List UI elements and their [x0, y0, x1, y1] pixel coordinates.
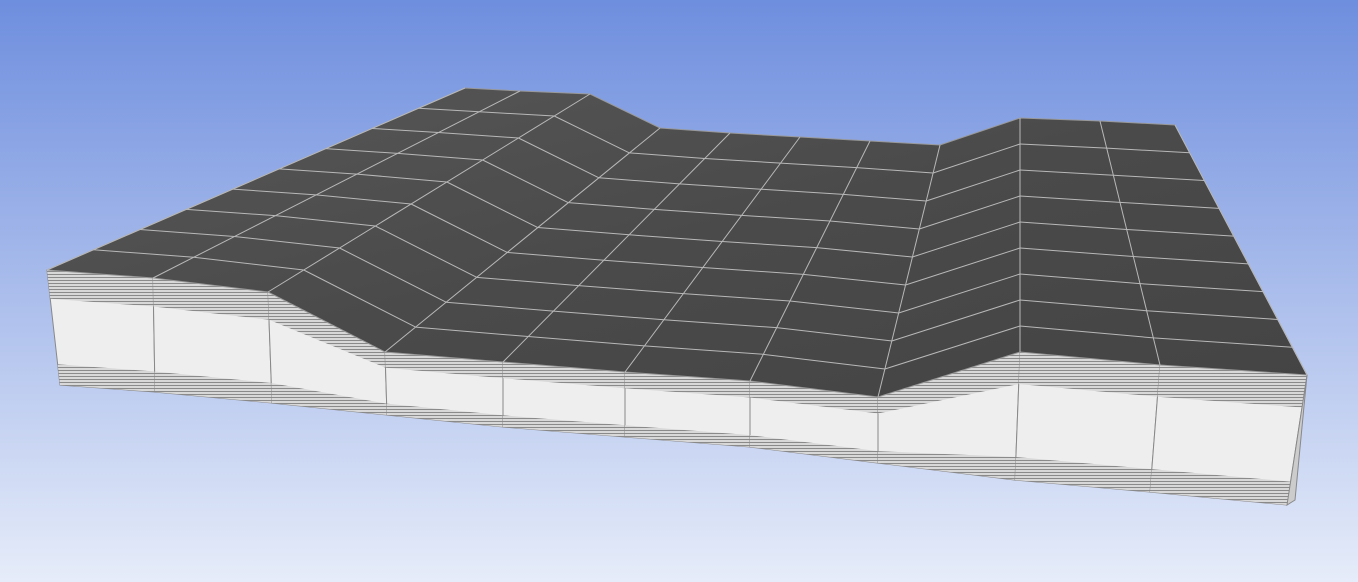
mesh-3d-viewport[interactable]	[0, 0, 1358, 582]
